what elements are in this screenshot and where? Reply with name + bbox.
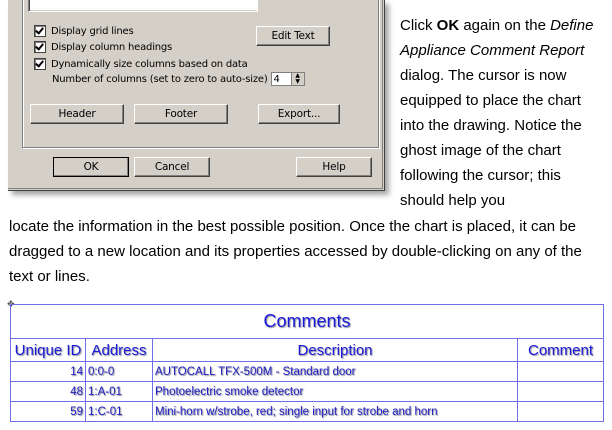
column-header-address[interactable]: Address [85,338,153,362]
checkbox-checked-icon[interactable] [34,25,46,37]
comments-table[interactable]: Comments Unique ID Address Description C… [10,304,604,422]
help-button[interactable]: Help [296,157,372,177]
display-column-headings-checkbox[interactable]: Display column headings [34,41,172,53]
dynamic-column-size-checkbox[interactable]: Dynamically size columns based on data [34,58,248,70]
instruction-text: dialog. The cursor is now equipped to pl… [400,67,582,209]
table-row[interactable]: 14 0:0-0 AUTOCALL TFX-500M - Standard do… [10,361,604,382]
table-row[interactable]: 48 1:A-01 Photoelectric smoke detector [10,381,604,402]
unique-id-cell[interactable]: 14 [10,361,86,382]
checkbox-label: Display grid lines [51,25,134,37]
instruction-text: Click [400,17,437,34]
address-cell[interactable]: 1:A-01 [85,381,153,402]
comment-cell[interactable] [517,401,604,422]
description-cell[interactable]: Mini-horn w/strobe, red; single input fo… [152,401,518,422]
description-cell[interactable]: AUTOCALL TFX-500M - Standard door [152,361,518,382]
comments-report-chart[interactable]: ✥ Comments Unique ID Address Description… [7,299,604,426]
number-of-columns-label: Number of columns (set to zero to auto-s… [52,73,268,85]
checkbox-label: Dynamically size columns based on data [51,58,248,70]
number-of-columns-value: 4 [273,74,280,85]
define-appliance-comment-report-dialog: Display grid lines Display column headin… [8,0,385,191]
instruction-text: again on the [459,17,551,34]
checkbox-checked-icon[interactable] [34,58,46,70]
description-cell[interactable]: Photoelectric smoke detector [152,381,518,402]
number-of-columns-row: Number of columns (set to zero to auto-s… [52,72,305,86]
address-cell[interactable]: 0:0-0 [85,361,153,382]
checkbox-checked-icon[interactable] [34,41,46,53]
report-text-field[interactable] [28,0,258,12]
table-title[interactable]: Comments [10,304,604,339]
ok-button[interactable]: OK [53,157,129,177]
table-row[interactable]: 59 1:C-01 Mini-horn w/strobe, red; singl… [10,401,604,422]
number-of-columns-input[interactable]: 4 ▲ ▼ [270,72,305,86]
unique-id-cell[interactable]: 59 [10,401,86,422]
checkbox-label: Display column headings [51,41,173,53]
display-grid-lines-checkbox[interactable]: Display grid lines [34,25,134,37]
edit-text-button[interactable]: Edit Text [256,26,330,46]
column-header-unique-id[interactable]: Unique ID [10,338,86,362]
cancel-button[interactable]: Cancel [134,157,210,177]
spinner-arrows-icon[interactable]: ▲ ▼ [290,73,304,85]
comment-cell[interactable] [517,361,604,382]
ok-emphasis: OK [436,17,460,34]
address-cell[interactable]: 1:C-01 [85,401,153,422]
header-button[interactable]: Header [30,104,124,124]
instruction-paragraph-full: locate the information in the best possi… [9,218,582,285]
column-header-comment[interactable]: Comment [517,338,604,362]
export-button[interactable]: Export... [258,104,340,124]
instruction-paragraph-side: Click OK again on the Define Appliance C… [400,13,604,213]
comment-cell[interactable] [517,381,604,402]
footer-button[interactable]: Footer [134,104,228,124]
unique-id-cell[interactable]: 48 [10,381,86,402]
column-header-description[interactable]: Description [152,338,518,362]
